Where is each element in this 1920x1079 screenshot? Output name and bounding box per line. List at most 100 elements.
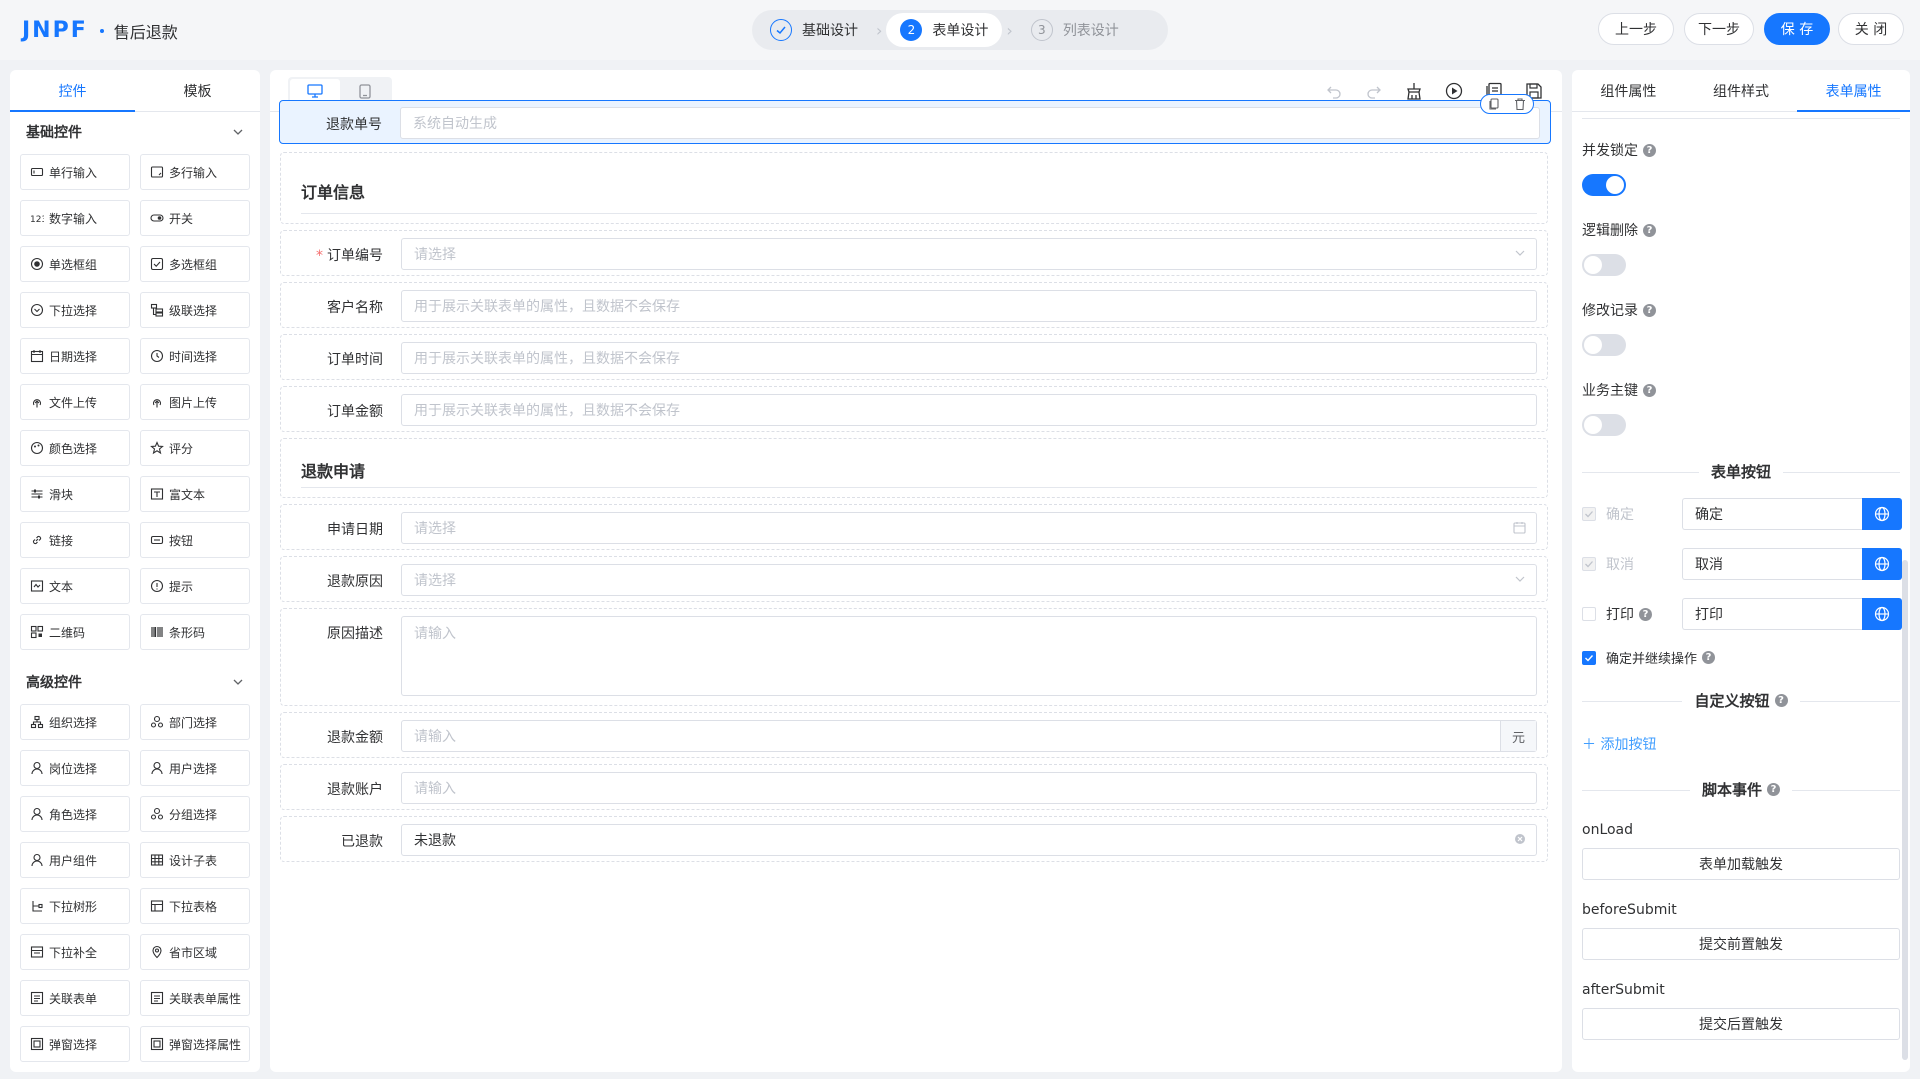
confirm-checkbox[interactable] (1582, 507, 1596, 521)
onload-event-button[interactable]: 表单加载触发 (1582, 848, 1900, 880)
component-slider[interactable]: 滑块 (20, 476, 130, 512)
component-radio[interactable]: 单选框组 (20, 246, 130, 282)
component-user-comp[interactable]: 用户组件 (20, 842, 130, 878)
component-textarea[interactable]: 多行输入 (140, 154, 250, 190)
component-post[interactable]: 岗位选择 (20, 750, 130, 786)
add-button-link[interactable]: ＋ 添加按钮 (1582, 734, 1656, 754)
component-time[interactable]: 时间选择 (140, 338, 250, 374)
component-popup[interactable]: 弹窗选择 (20, 1026, 130, 1062)
component-button[interactable]: 按钮 (140, 522, 250, 558)
after-submit-event-button[interactable]: 提交后置触发 (1582, 1008, 1900, 1040)
form-item-reason[interactable]: 退款原因 请选择 (280, 556, 1548, 602)
help-icon[interactable]: ? (1643, 303, 1656, 317)
component-checkbox[interactable]: 多选框组 (140, 246, 250, 282)
form-item-order-time[interactable]: 订单时间 用于展示关联表单的属性，且数据不会保存 (280, 334, 1548, 380)
clear-icon[interactable] (1404, 81, 1424, 101)
form-item-apply-date[interactable]: 申请日期 请选择 (280, 504, 1548, 550)
prev-step-button[interactable]: 上一步 (1598, 13, 1674, 45)
component-select[interactable]: 下拉选择 (20, 292, 130, 328)
help-icon[interactable]: ? (1643, 383, 1656, 397)
help-icon[interactable]: ? (1643, 223, 1656, 237)
cancel-checkbox[interactable] (1582, 557, 1596, 571)
step-form-design[interactable]: 2 表单设计 (886, 13, 1003, 47)
component-input[interactable]: 单行输入 (20, 154, 130, 190)
form-item-reason-desc[interactable]: 原因描述 请输入 (280, 608, 1548, 706)
component-number[interactable]: 123 数字输入 (20, 200, 130, 236)
component-qrcode[interactable]: 二维码 (20, 614, 130, 650)
component-tree[interactable]: 下拉树形 (20, 888, 130, 924)
copy-icon[interactable] (1487, 97, 1501, 111)
component-richtext[interactable]: 富文本 (140, 476, 250, 512)
concurrency-lock-switch[interactable] (1582, 174, 1626, 196)
customer-input[interactable]: 用于展示关联表单的属性，且数据不会保存 (401, 290, 1537, 322)
component-location[interactable]: 省市区域 (140, 934, 250, 970)
basic-group-header[interactable]: 基础控件 (10, 112, 260, 152)
component-user[interactable]: 用户选择 (140, 750, 250, 786)
preview-icon[interactable] (1444, 81, 1464, 101)
component-relation-form[interactable]: 关联表单 (20, 980, 130, 1016)
tab-form-props[interactable]: 表单属性 (1797, 70, 1910, 112)
print-checkbox[interactable] (1582, 607, 1596, 621)
component-text[interactable]: 文本 (20, 568, 130, 604)
form-item-order-amount[interactable]: 订单金额 用于展示关联表单的属性，且数据不会保存 (280, 386, 1548, 432)
refunded-select[interactable]: 未退款 (401, 824, 1537, 856)
tab-component-style[interactable]: 组件样式 (1685, 70, 1798, 111)
component-alert[interactable]: 提示 (140, 568, 250, 604)
scrollbar[interactable] (1902, 560, 1908, 1060)
cancel-text-input[interactable]: 取消 (1682, 548, 1862, 580)
component-relation-attr[interactable]: 关联表单属性 (140, 980, 250, 1016)
refund-account-input[interactable]: 请输入 (401, 772, 1537, 804)
component-barcode[interactable]: 条形码 (140, 614, 250, 650)
component-upload[interactable]: 文件上传 (20, 384, 130, 420)
undo-icon[interactable] (1324, 81, 1344, 101)
next-step-button[interactable]: 下一步 (1684, 13, 1754, 45)
help-icon[interactable]: ? (1643, 143, 1656, 157)
redo-icon[interactable] (1364, 81, 1384, 101)
help-icon[interactable]: ? (1774, 694, 1788, 707)
clear-circle-icon[interactable] (1514, 833, 1526, 845)
component-dept[interactable]: 部门选择 (140, 704, 250, 740)
reason-desc-textarea[interactable]: 请输入 (401, 616, 1537, 696)
delete-icon[interactable] (1513, 97, 1527, 111)
form-item-refund-amount[interactable]: 退款金额 请输入 元 (280, 712, 1548, 758)
form-item-refund-account[interactable]: 退款账户 请输入 (280, 764, 1548, 810)
order-amount-input[interactable]: 用于展示关联表单的属性，且数据不会保存 (401, 394, 1537, 426)
globe-icon[interactable] (1862, 548, 1902, 580)
form-item-refunded[interactable]: 已退款 未退款 (280, 816, 1548, 862)
tab-component-props[interactable]: 组件属性 (1572, 70, 1685, 111)
confirm-text-input[interactable]: 确定 (1682, 498, 1862, 530)
help-icon[interactable]: ? (1639, 607, 1652, 621)
section-refund-apply[interactable]: 退款申请 (280, 438, 1548, 498)
component-role[interactable]: 角色选择 (20, 796, 130, 832)
close-button[interactable]: 关 闭 (1838, 13, 1904, 45)
form-item-order-no[interactable]: * 订单编号 请选择 (280, 230, 1548, 276)
advanced-group-header[interactable]: 高级控件 (10, 662, 260, 702)
component-org[interactable]: 组织选择 (20, 704, 130, 740)
confirm-continue-checkbox[interactable] (1582, 651, 1596, 665)
globe-icon[interactable] (1862, 498, 1902, 530)
tab-components[interactable]: 控件 (10, 70, 135, 112)
step-basic-design[interactable]: 基础设计 (756, 13, 872, 47)
print-text-input[interactable]: 打印 (1682, 598, 1862, 630)
business-key-switch[interactable] (1582, 414, 1626, 436)
apply-date-picker[interactable]: 请选择 (401, 512, 1537, 544)
globe-icon[interactable] (1862, 598, 1902, 630)
form-item-customer[interactable]: 客户名称 用于展示关联表单的属性，且数据不会保存 (280, 282, 1548, 328)
save-button[interactable]: 保 存 (1764, 13, 1830, 45)
refund-no-input[interactable]: 系统自动生成 (400, 107, 1540, 139)
order-time-input[interactable]: 用于展示关联表单的属性，且数据不会保存 (401, 342, 1537, 374)
logic-delete-switch[interactable] (1582, 254, 1626, 276)
component-link[interactable]: 链接 (20, 522, 130, 558)
section-order-info[interactable]: 订单信息 (280, 152, 1548, 224)
component-group[interactable]: 分组选择 (140, 796, 250, 832)
tab-templates[interactable]: 模板 (135, 70, 260, 111)
component-date[interactable]: 日期选择 (20, 338, 130, 374)
component-dropdown-table[interactable]: 下拉表格 (140, 888, 250, 924)
help-icon[interactable]: ? (1767, 783, 1780, 796)
refund-amount-input[interactable]: 请输入 元 (401, 720, 1537, 752)
component-switch[interactable]: 开关 (140, 200, 250, 236)
component-autocomplete[interactable]: 下拉补全 (20, 934, 130, 970)
help-icon[interactable]: ? (1702, 651, 1716, 664)
component-cascader[interactable]: 级联选择 (140, 292, 250, 328)
order-no-select[interactable]: 请选择 (401, 238, 1537, 270)
